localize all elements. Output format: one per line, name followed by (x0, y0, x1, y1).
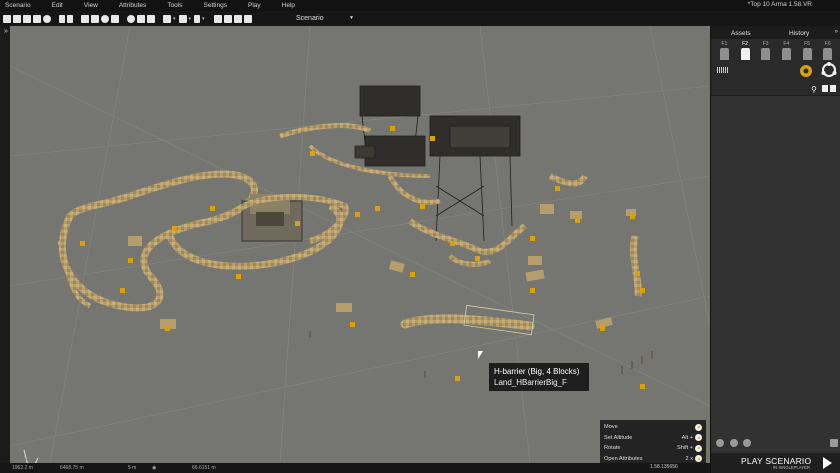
menu-tools[interactable]: Tools (162, 2, 182, 9)
status-position: 6468.75 m (60, 465, 84, 471)
version-label: 1.58.135656 (650, 464, 678, 470)
lights-icon[interactable] (233, 14, 242, 23)
select-cursor-icon[interactable] (81, 14, 89, 23)
play-icon (823, 457, 832, 469)
angle-snap-icon[interactable] (178, 14, 187, 23)
category-markers[interactable]: F5 (798, 39, 817, 61)
chevron-down-icon: ▼ (349, 15, 354, 21)
waypoint-icon (781, 48, 791, 60)
open-folder-icon[interactable] (13, 14, 21, 23)
mouse-icon (695, 423, 702, 431)
assets-tree[interactable] (711, 95, 840, 453)
menu-play[interactable]: Play (243, 2, 261, 9)
module-icon (761, 48, 771, 60)
save-icon[interactable] (23, 14, 31, 23)
menu-edit[interactable]: Edit (47, 2, 63, 9)
menu-scenario[interactable]: Scenario (0, 2, 31, 9)
menu-bar: Scenario Edit View Attributes Tools Sett… (0, 0, 840, 11)
category-waypoints[interactable]: F4 (777, 39, 796, 61)
panel-bottom-toolbar (714, 438, 838, 450)
grid-dropdown-icon[interactable]: ▾ (173, 16, 176, 22)
mouse-icon (695, 444, 702, 452)
marker-icon (802, 48, 812, 60)
menu-view[interactable]: View (79, 2, 98, 9)
subcategory-row (715, 64, 837, 78)
surface-snap-icon[interactable] (137, 14, 145, 23)
map-textures-icon[interactable] (223, 14, 232, 23)
status-grid: 1962.2 m (12, 465, 33, 471)
tab-history[interactable]: History (789, 30, 809, 37)
mode-select-value: Scenario (296, 14, 324, 22)
panel-tabs: Assets History » (711, 26, 840, 39)
static-objects-icon[interactable] (717, 67, 729, 73)
tab-assets[interactable]: Assets (731, 30, 751, 37)
vertical-dropdown-icon[interactable]: ▾ (202, 16, 205, 22)
shortcut-rotate: Rotate Shift + (604, 443, 702, 454)
entity-tooltip: H-barrier (Big, 4 Blocks) Land_HBarrierB… (489, 363, 589, 391)
tooltip-entity-class: Land_HBarrierBig_F (494, 378, 567, 387)
collapse-panel-icon[interactable]: » (835, 29, 838, 35)
status-view-distance: 66.6151 m (192, 465, 216, 471)
world-icon[interactable] (127, 14, 135, 23)
side-selector[interactable] (799, 64, 813, 78)
binoculars-icon[interactable] (243, 14, 252, 23)
history-icon[interactable] (743, 439, 751, 447)
composition-icon (823, 48, 833, 60)
expand-left-panel-icon[interactable]: » (4, 28, 8, 35)
eye-icon: ◉ (152, 465, 157, 471)
scale-icon[interactable] (111, 14, 119, 23)
status-bar: 1962.2 m 6468.75 m 5 m ◉ 66.6151 m (0, 463, 710, 473)
link-icon[interactable] (716, 439, 724, 447)
new-file-icon[interactable] (3, 14, 11, 23)
faction-icon[interactable] (821, 62, 837, 77)
edit-icon[interactable] (730, 439, 738, 447)
window-title: *Top 10 Arma 1.58.VR (747, 1, 812, 8)
trash-icon[interactable] (830, 439, 838, 447)
shortcut-hints: Move Set Altitude Alt + Rotate Shift + O… (600, 420, 706, 464)
scene-render (10, 26, 710, 463)
category-compositions[interactable]: F6 (818, 39, 837, 61)
tooltip-entity-name: H-barrier (Big, 4 Blocks) (494, 367, 580, 376)
status-distance: 5 m (128, 465, 137, 471)
soldier-icon (719, 48, 729, 60)
rotate-icon[interactable] (101, 14, 109, 23)
editor-viewport[interactable]: H-barrier (Big, 4 Blocks) Land_HBarrierB… (10, 26, 710, 463)
move-icon[interactable] (91, 14, 99, 23)
category-icons: F1 F2 F3 F4 F5 F6 (715, 39, 837, 61)
assets-panel: Assets History » F1 F2 F3 F4 F5 F6 ⚲ PLA… (710, 26, 840, 473)
mouse-icon (695, 434, 702, 442)
shortcut-move: Move (604, 422, 702, 433)
mouse-icon (695, 455, 702, 463)
angle-dropdown-icon[interactable]: ▾ (189, 16, 192, 22)
toolbar: ▾ ▾ ▾ Scenario ▼ (0, 11, 840, 26)
menu-help[interactable]: Help (277, 2, 295, 9)
category-objects[interactable]: F1 (715, 39, 734, 61)
compass-gizmo (20, 446, 40, 463)
mode-select[interactable]: Scenario ▼ (296, 12, 356, 24)
refresh-icon[interactable] (43, 14, 51, 23)
expand-all-icon[interactable] (830, 85, 836, 92)
search-icon[interactable]: ⚲ (811, 85, 817, 94)
menu-settings[interactable]: Settings (199, 2, 228, 9)
category-modules[interactable]: F3 (756, 39, 775, 61)
group-icon (740, 48, 750, 60)
shortcut-set-altitude: Set Altitude Alt + (604, 433, 702, 444)
category-groups[interactable]: F2 (736, 39, 755, 61)
collapse-all-icon[interactable] (822, 85, 828, 92)
grid-icon[interactable] (163, 14, 171, 23)
weather-icon[interactable] (213, 14, 222, 23)
add-icon[interactable] (147, 14, 155, 23)
export-icon[interactable] (33, 14, 41, 23)
vertical-mode-icon[interactable] (194, 14, 201, 23)
mouse-cursor-icon (478, 351, 483, 359)
redo-icon[interactable] (67, 14, 73, 23)
menu-attributes[interactable]: Attributes (114, 2, 146, 9)
undo-icon[interactable] (59, 14, 65, 23)
